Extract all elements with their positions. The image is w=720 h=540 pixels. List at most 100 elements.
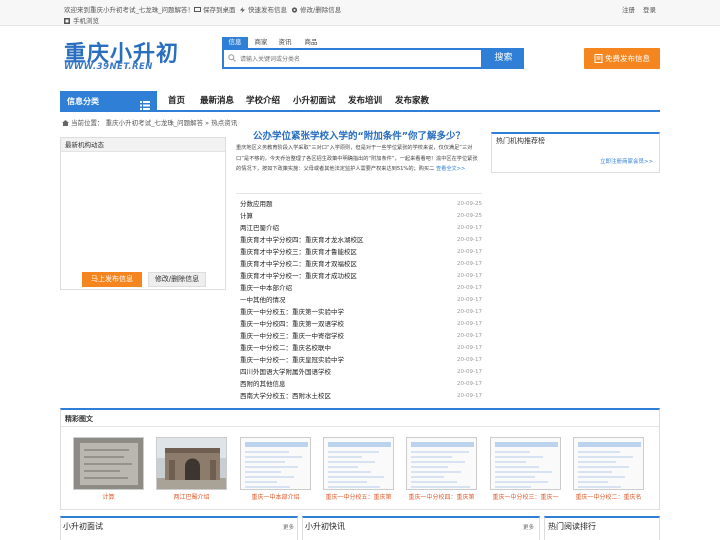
- interview-title: 小升初面试: [63, 522, 103, 531]
- news-title[interactable]: 重庆一中分校四：重庆第一双语学校: [240, 320, 344, 328]
- free-publish-label: 免费发布信息: [605, 54, 650, 63]
- news-row[interactable]: 西南大学分校五：西附水土校区 20-09-17: [240, 390, 482, 402]
- register-link[interactable]: 注册: [622, 4, 635, 14]
- news-title[interactable]: 重庆一中本部介绍: [240, 284, 292, 292]
- search-tab-news[interactable]: 资讯: [274, 37, 296, 48]
- news-date: 20-09-17: [457, 225, 482, 231]
- news-date: 20-09-17: [457, 237, 482, 243]
- nav-training[interactable]: 发布培训: [348, 91, 382, 112]
- news-date: 20-09-17: [457, 369, 482, 375]
- category-menu-button[interactable]: 信息分类: [60, 91, 157, 112]
- news-row[interactable]: 重庆育才中学分校三：重庆育才鲁能校区 20-09-17: [240, 246, 482, 258]
- news-row[interactable]: 重庆育才中学分校一：重庆育才成功校区 20-09-17: [240, 270, 482, 282]
- edit-delete-button[interactable]: 修改/删除信息: [148, 272, 206, 287]
- news-date: 20-09-17: [457, 285, 482, 291]
- news-row[interactable]: 重庆一中分校四：重庆第一双语学校 20-09-17: [240, 318, 482, 330]
- news-title[interactable]: 重庆育才中学分校一：重庆育才成功校区: [240, 272, 357, 280]
- news-row[interactable]: 重庆一中分校二：重庆名校联中 20-09-17: [240, 342, 482, 354]
- news-title[interactable]: 两江巴蜀介绍: [240, 224, 279, 232]
- top-bar: 欢迎来到重庆小升初考试_七龙珠_问题解答！ 保存到桌面 快速发布信息 修改/删除…: [0, 0, 720, 26]
- news-row[interactable]: 重庆一中分校五：重庆第一实验中学 20-09-17: [240, 306, 482, 318]
- news-title[interactable]: 重庆一中分校一：重庆皇冠实验中学: [240, 356, 344, 364]
- news-date: 20-09-25: [457, 201, 482, 207]
- news-title[interactable]: 重庆一中分校二：重庆名校联中: [240, 344, 331, 352]
- save-desktop-label: 保存到桌面: [203, 6, 236, 14]
- gallery-caption[interactable]: 计算: [73, 492, 144, 501]
- news-date: 20-09-25: [457, 213, 482, 219]
- mobile-link[interactable]: 手机浏览: [64, 15, 99, 25]
- search-tab-info[interactable]: 信息: [222, 37, 248, 48]
- logo-url: WWW.39NET.REN: [64, 62, 153, 72]
- news-row[interactable]: 西附的其他信息 20-09-17: [240, 378, 482, 390]
- featured-article-title[interactable]: 公办学位紧张学校入学的“附加条件”你了解多少？: [236, 128, 482, 142]
- news-title[interactable]: 计算: [240, 212, 253, 220]
- quick-publish-link[interactable]: 快速发布信息: [239, 4, 287, 14]
- hot-reading-title: 热门阅读排行: [548, 522, 596, 531]
- search-tab-goods[interactable]: 商品: [300, 37, 322, 48]
- document-image[interactable]: [323, 437, 394, 490]
- gallery-caption[interactable]: 两江巴蜀介绍: [156, 492, 227, 501]
- news-title[interactable]: 重庆一中分校三：重庆一中寄宿学校: [240, 332, 344, 340]
- login-link[interactable]: 登录: [643, 4, 656, 14]
- quick-publish-label: 快速发布信息: [248, 6, 287, 14]
- news-title[interactable]: 西南大学分校五：西附水土校区: [240, 392, 331, 400]
- news-row[interactable]: 重庆一中本部介绍 20-09-17: [240, 282, 482, 294]
- read-more-link[interactable]: 查看全文>>: [436, 166, 465, 172]
- news-title[interactable]: 一中其他的情况: [240, 296, 286, 304]
- latest-institution-panel: [60, 137, 226, 290]
- school-gate-photo[interactable]: [156, 437, 227, 490]
- news-title[interactable]: 重庆育才中学分校二：重庆育才双福校区: [240, 260, 357, 268]
- nav-interview[interactable]: 小升初面试: [293, 91, 336, 112]
- document-image[interactable]: [490, 437, 561, 490]
- document-image[interactable]: [406, 437, 477, 490]
- register-merchant-link[interactable]: 立即注册商家会员>>: [600, 157, 653, 165]
- news-title[interactable]: 重庆育才中学分校三：重庆育才鲁能校区: [240, 248, 357, 256]
- gallery-caption[interactable]: 重庆一中本部介绍: [240, 492, 311, 501]
- news-title[interactable]: 西附的其他信息: [240, 380, 286, 388]
- search-button[interactable]: 搜索: [483, 48, 524, 69]
- flash-news-more-link[interactable]: 更多: [523, 523, 534, 531]
- news-date: 20-09-17: [457, 381, 482, 387]
- gallery-caption[interactable]: 重庆一中分校四：重庆第: [406, 492, 477, 501]
- gallery-caption[interactable]: 重庆一中分校三：重庆一: [490, 492, 561, 501]
- news-title[interactable]: 重庆一中分校五：重庆第一实验中学: [240, 308, 344, 316]
- gallery-caption[interactable]: 重庆一中分校五：重庆第: [323, 492, 394, 501]
- nav-tutor[interactable]: 发布家教: [395, 91, 429, 112]
- worksheet-photo[interactable]: [73, 437, 144, 490]
- breadcrumb-site[interactable]: 重庆小升初考试_七龙珠_问题解答: [106, 119, 204, 127]
- nav-home[interactable]: 首页: [168, 91, 185, 112]
- nav-schools[interactable]: 学校介绍: [246, 91, 280, 112]
- news-row[interactable]: 一中其他的情况 20-09-17: [240, 294, 482, 306]
- edit-delete-link[interactable]: 修改/删除信息: [291, 4, 341, 14]
- news-row[interactable]: 重庆一中分校一：重庆皇冠实验中学 20-09-17: [240, 354, 482, 366]
- nav-latest[interactable]: 最新消息: [200, 91, 234, 112]
- document-image[interactable]: [573, 437, 644, 490]
- search-tab-merchant[interactable]: 商家: [250, 37, 272, 48]
- edit-delete-label: 修改/删除信息: [300, 6, 342, 14]
- free-publish-button[interactable]: 免费发布信息: [584, 48, 660, 69]
- news-row[interactable]: 重庆一中分校三：重庆一中寄宿学校 20-09-17: [240, 330, 482, 342]
- divider: [61, 426, 659, 427]
- breadcrumb: 当前位置： 重庆小升初考试_七龙珠_问题解答 » 热点资讯: [62, 117, 237, 127]
- news-row[interactable]: 重庆育才中学分校二：重庆育才双福校区 20-09-17: [240, 258, 482, 270]
- breadcrumb-current[interactable]: 热点资讯: [211, 119, 237, 127]
- search-input[interactable]: [240, 53, 470, 65]
- news-title[interactable]: 四川外国语大学附属外国语学校: [240, 368, 331, 376]
- post-icon: [594, 50, 603, 63]
- gallery-caption[interactable]: 重庆一中分校二：重庆名: [573, 492, 644, 501]
- news-row[interactable]: 四川外国语大学附属外国语学校 20-09-17: [240, 366, 482, 378]
- interview-more-link[interactable]: 更多: [283, 523, 294, 531]
- news-row[interactable]: 计算 20-09-25: [240, 210, 482, 222]
- news-title[interactable]: 分数应用题: [240, 200, 273, 208]
- news-title[interactable]: 重庆育才中学分校四：重庆育才龙水湖校区: [240, 236, 364, 244]
- news-date: 20-09-17: [457, 297, 482, 303]
- gear-icon: [291, 7, 298, 13]
- news-date: 20-09-17: [457, 249, 482, 255]
- news-row[interactable]: 重庆育才中学分校四：重庆育才龙水湖校区 20-09-17: [240, 234, 482, 246]
- welcome-text: 欢迎来到重庆小升初考试_七龙珠_问题解答！: [64, 6, 194, 14]
- news-row[interactable]: 两江巴蜀介绍 20-09-17: [240, 222, 482, 234]
- news-row[interactable]: 分数应用题 20-09-25: [240, 198, 482, 210]
- document-image[interactable]: [240, 437, 311, 490]
- save-desktop-link[interactable]: 保存到桌面: [194, 4, 236, 14]
- publish-now-button[interactable]: 马上发布信息: [82, 272, 142, 287]
